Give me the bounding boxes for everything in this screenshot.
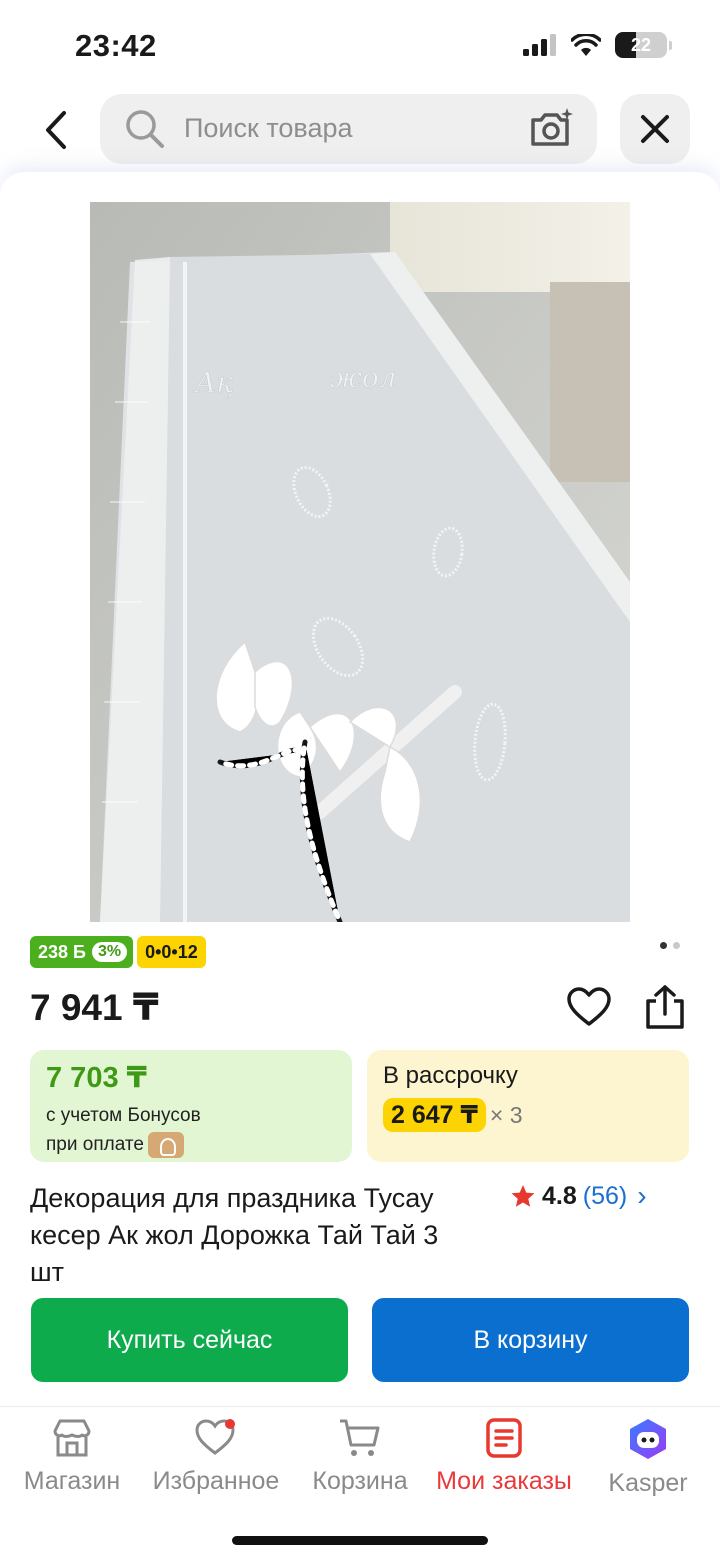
home-indicator [232,1536,488,1545]
svg-text:жол: жол [330,361,397,394]
signal-icon [523,34,556,56]
tab-favorites[interactable]: Избранное [144,1417,288,1496]
buy-now-button[interactable]: Купить сейчас [31,1298,348,1382]
battery-icon: 22 [615,32,667,58]
status-icons: 22 [523,32,672,58]
back-arrow-icon [46,111,66,149]
bonus-line-2: при оплате [46,1134,144,1155]
tab-store-label: Магазин [23,1467,121,1495]
favorite-button[interactable] [566,986,612,1033]
chevron-right-icon: › [637,1180,647,1211]
product-title: Декорация для праздника Тусау кесер Ак ж… [30,1183,439,1287]
share-button[interactable] [642,984,688,1035]
kasper-icon [630,1419,666,1459]
bonus-percent: 3% [91,942,128,962]
rating-link[interactable]: 4.8 (56) › [510,1180,647,1212]
battery-level: 22 [630,34,652,55]
tab-my-orders[interactable]: Мои заказы [432,1417,576,1496]
search-icon [126,110,164,148]
payment-method-icon [147,1131,184,1158]
back-button[interactable] [28,102,84,158]
bonus-price: 7 703 ₸ [46,1062,147,1094]
bonus-amount: 238 Б [38,941,86,962]
installment-badge: 0•0•12 [137,936,206,968]
bonus-description: с учетом Бонусов при оплате [46,1101,336,1159]
gallery-pager [660,942,680,949]
installment-multiplier: × 3 [489,1101,523,1128]
installment-monthly: 2 647 ₸ [383,1098,486,1132]
camera-plus-icon[interactable] [529,106,575,150]
heart-icon [195,1419,235,1455]
bonus-badge: 238 Б 3% [30,936,134,968]
product-card: Ақ жол 238 Б 3% 0•0•12 7 941 ₸ 7 703 ₸ с… [0,172,720,1406]
wifi-icon [571,34,601,56]
pager-dot [673,942,680,949]
star-icon [511,1184,535,1207]
product-badges: 238 Б 3% 0•0•12 [30,936,206,968]
tab-cart-label: Корзина [312,1467,408,1495]
rating-count: (56) [582,1181,628,1210]
product-image[interactable]: Ақ жол [90,202,630,922]
installment-title: В рассрочку [383,1062,518,1089]
product-photo: Ақ жол [90,202,630,922]
orders-icon [486,1418,522,1458]
tab-cart[interactable]: Корзина [288,1417,432,1496]
search-header: Поиск товара [0,92,720,172]
close-button[interactable] [620,94,690,164]
bonus-price-card[interactable]: 7 703 ₸ с учетом Бонусов при оплате [30,1050,352,1162]
tab-store[interactable]: Магазин [0,1417,144,1496]
status-bar: 23:42 22 [0,0,720,92]
search-placeholder: Поиск товара [184,113,353,143]
status-time: 23:42 [75,28,157,63]
cart-icon [340,1419,380,1456]
svg-text:Ақ: Ақ [193,366,233,399]
tab-favorites-label: Избранное [152,1467,280,1495]
add-to-cart-button[interactable]: В корзину [372,1298,689,1382]
search-input[interactable]: Поиск товара [100,94,597,164]
bonus-line-1: с учетом Бонусов [46,1105,201,1126]
store-icon [53,1419,91,1457]
rating-value: 4.8 [542,1181,577,1210]
tab-my-orders-label: Мои заказы [436,1467,572,1495]
product-price: 7 941 ₸ [30,987,159,1028]
heart-icon [567,987,611,1026]
pager-dot-active [660,942,667,949]
share-icon [646,985,684,1029]
close-icon [641,115,669,143]
tab-kasper-label: Kasper [608,1469,688,1497]
tab-kasper[interactable]: Kasper [576,1417,720,1498]
installment-card[interactable]: В рассрочку 2 647 ₸ × 3 [367,1050,689,1162]
